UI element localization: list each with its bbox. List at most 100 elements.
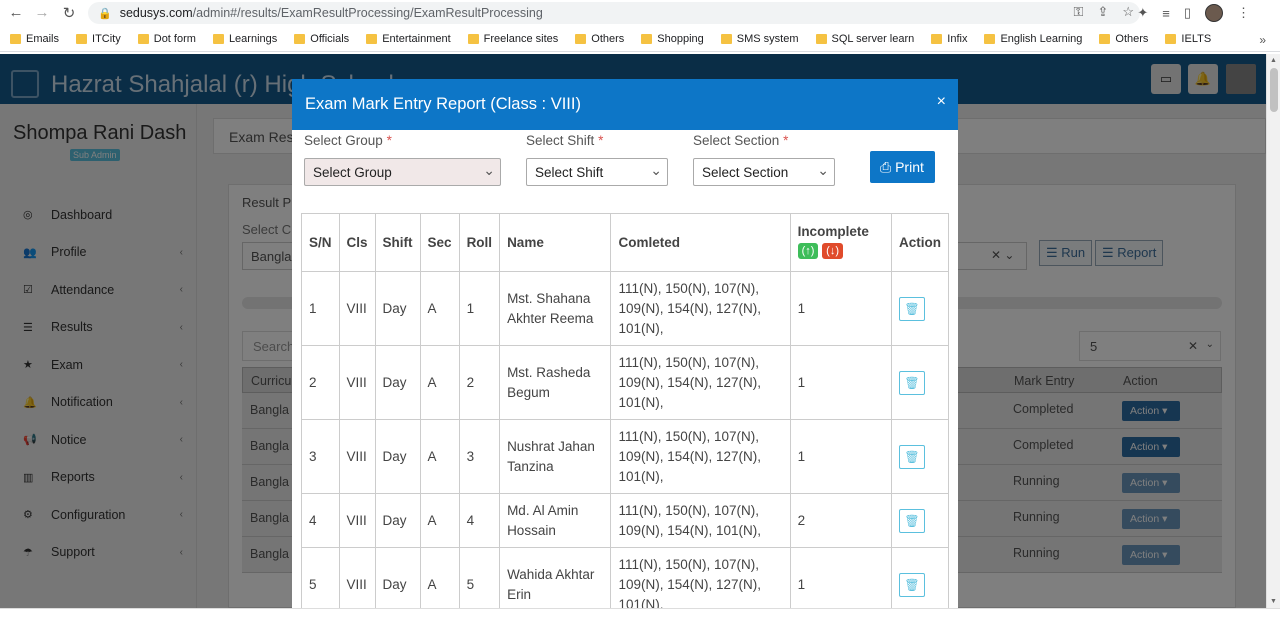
bookmark-item[interactable]: SQL server learn (815, 33, 915, 45)
sort-up-button[interactable]: (↑) (797, 243, 819, 259)
side-panel-icon[interactable]: ▯ (1184, 5, 1191, 21)
bookmark-item[interactable]: ITCity (76, 33, 121, 45)
print-button[interactable]: ⎙ Print (870, 151, 935, 183)
header-roll: Roll (458, 213, 501, 272)
chevron-down-icon: ⌄ (483, 162, 495, 178)
bookmark-star-icon[interactable]: ☆ (1122, 4, 1134, 20)
cell-roll: 4 (458, 493, 501, 548)
bookmark-item[interactable]: SMS system (720, 33, 799, 45)
cell-completed: 111(N), 150(N), 107(N), 109(N), 154(N), … (610, 493, 791, 548)
cell-completed: 111(N), 150(N), 107(N), 109(N), 154(N), … (610, 345, 791, 420)
cell-cls: VIII (338, 419, 376, 494)
folder-icon (76, 34, 88, 44)
header-incomplete-label: Incomplete (797, 224, 869, 239)
trash-icon[interactable]: 🗑 (898, 508, 925, 533)
bookmark-item[interactable]: Shopping (641, 33, 704, 45)
header-action: Action (890, 213, 950, 272)
header-cls: Cls (338, 213, 376, 272)
bookmark-label: ITCity (92, 33, 121, 45)
report-table: S/N Cls Shift Sec Roll Name Comleted Inc… (301, 213, 950, 608)
cell-shift: Day (374, 419, 421, 494)
page-scrollbar[interactable]: ▲ ▼ (1266, 54, 1280, 608)
sort-down-button[interactable]: (↓) (822, 243, 843, 259)
menu-kebab-icon[interactable]: ⋮ (1237, 5, 1250, 21)
url-path: /admin#/results/ExamResultProcessing/Exa… (192, 6, 543, 20)
bookmark-label: Emails (26, 33, 60, 45)
header-completed: Comleted (610, 213, 791, 272)
bookmark-item[interactable]: Entertainment (366, 33, 451, 45)
header-sec: Sec (419, 213, 460, 272)
bookmark-item[interactable]: Learnings (212, 33, 277, 45)
reload-icon[interactable]: ↻ (56, 4, 82, 22)
cell-sn: 5 (301, 547, 340, 608)
bookmark-label: SQL server learn (831, 33, 915, 45)
section-select-value: Select Section (702, 165, 789, 180)
header-shift: Shift (374, 213, 421, 272)
modal-title: Exam Mark Entry Report (Class : VIII) (305, 95, 581, 113)
key-icon[interactable]: ⚿ (1074, 4, 1084, 20)
trash-icon[interactable]: 🗑 (898, 444, 925, 469)
table-row: 2 VIII Day A 2 Mst. Rasheda Begum 111(N), 150(… (301, 345, 950, 420)
cell-name: Wahida Akhtar Erin (499, 547, 612, 608)
group-select[interactable]: Select Group ⌄ (304, 158, 501, 186)
bookmarks-overflow-icon[interactable]: » (1259, 33, 1266, 47)
reading-list-icon[interactable]: ≡ (1162, 6, 1170, 21)
trash-icon[interactable]: 🗑 (898, 370, 925, 395)
folder-icon (1099, 34, 1111, 44)
cell-action: 🗑 (890, 493, 950, 548)
required-mark: * (783, 133, 789, 148)
cell-sec: A (419, 271, 460, 346)
address-bar[interactable]: 🔒 sedusys.com/admin#/results/ExamResultP… (88, 2, 1140, 24)
shift-select[interactable]: Select Shift ⌄ (526, 158, 668, 186)
cell-action: 🗑 (890, 419, 950, 494)
cell-shift: Day (374, 271, 421, 346)
folder-icon (137, 34, 149, 44)
bookmark-item[interactable]: Dot form (137, 33, 196, 45)
scroll-thumb[interactable] (1270, 68, 1278, 112)
folder-icon (641, 34, 653, 44)
back-icon[interactable]: ← (3, 4, 29, 21)
profile-avatar[interactable] (1205, 4, 1223, 22)
bookmark-item[interactable]: Others (575, 33, 624, 45)
cell-incomplete: 1 (789, 547, 892, 608)
forward-icon[interactable]: → (29, 4, 55, 21)
cell-cls: VIII (338, 547, 376, 608)
cell-incomplete: 1 (789, 419, 892, 494)
trash-icon[interactable]: 🗑 (898, 296, 925, 321)
cell-roll: 1 (458, 271, 501, 346)
table-row: 1 VIII Day A 1 Mst. Shahana Akhter Reema 111(N… (301, 271, 950, 346)
share-icon[interactable]: ⇪ (1097, 4, 1108, 20)
cell-cls: VIII (338, 271, 376, 346)
trash-icon[interactable]: 🗑 (898, 572, 925, 597)
cell-incomplete: 1 (789, 271, 892, 346)
modal-header: Exam Mark Entry Report (Class : VIII) × (292, 79, 958, 130)
close-icon[interactable]: × (937, 93, 946, 111)
cell-sn: 4 (301, 493, 340, 548)
scroll-down-icon[interactable]: ▼ (1270, 598, 1277, 605)
bookmark-label: Shopping (657, 33, 704, 45)
section-select[interactable]: Select Section ⌄ (693, 158, 835, 186)
bookmark-item[interactable]: Others (1099, 33, 1148, 45)
cell-roll: 5 (458, 547, 501, 608)
required-mark: * (386, 133, 392, 148)
scroll-up-icon[interactable]: ▲ (1270, 57, 1277, 64)
bookmark-item[interactable]: IELTS (1165, 33, 1211, 45)
print-icon: ⎙ (880, 159, 892, 175)
bookmark-label: SMS system (736, 33, 799, 45)
bookmark-item[interactable]: Infix (931, 33, 967, 45)
section-label: Select Section * (693, 133, 788, 148)
cell-completed: 111(N), 150(N), 107(N), 109(N), 154(N), … (610, 271, 791, 346)
cell-roll: 2 (458, 345, 501, 420)
cell-cls: VIII (338, 493, 376, 548)
cell-sec: A (419, 419, 460, 494)
bookmark-item[interactable]: Officials (294, 33, 349, 45)
bookmark-item[interactable]: Emails (10, 33, 59, 45)
lock-icon: 🔒 (98, 7, 112, 20)
bookmark-item[interactable]: English Learning (984, 33, 1082, 45)
bookmark-item[interactable]: Freelance sites (467, 33, 558, 45)
bookmark-label: Infix (947, 33, 968, 45)
extensions-icon[interactable]: ✦ (1137, 5, 1148, 21)
cell-action: 🗑 (890, 271, 950, 346)
cell-sec: A (419, 547, 460, 608)
cell-action: 🗑 (890, 547, 950, 608)
